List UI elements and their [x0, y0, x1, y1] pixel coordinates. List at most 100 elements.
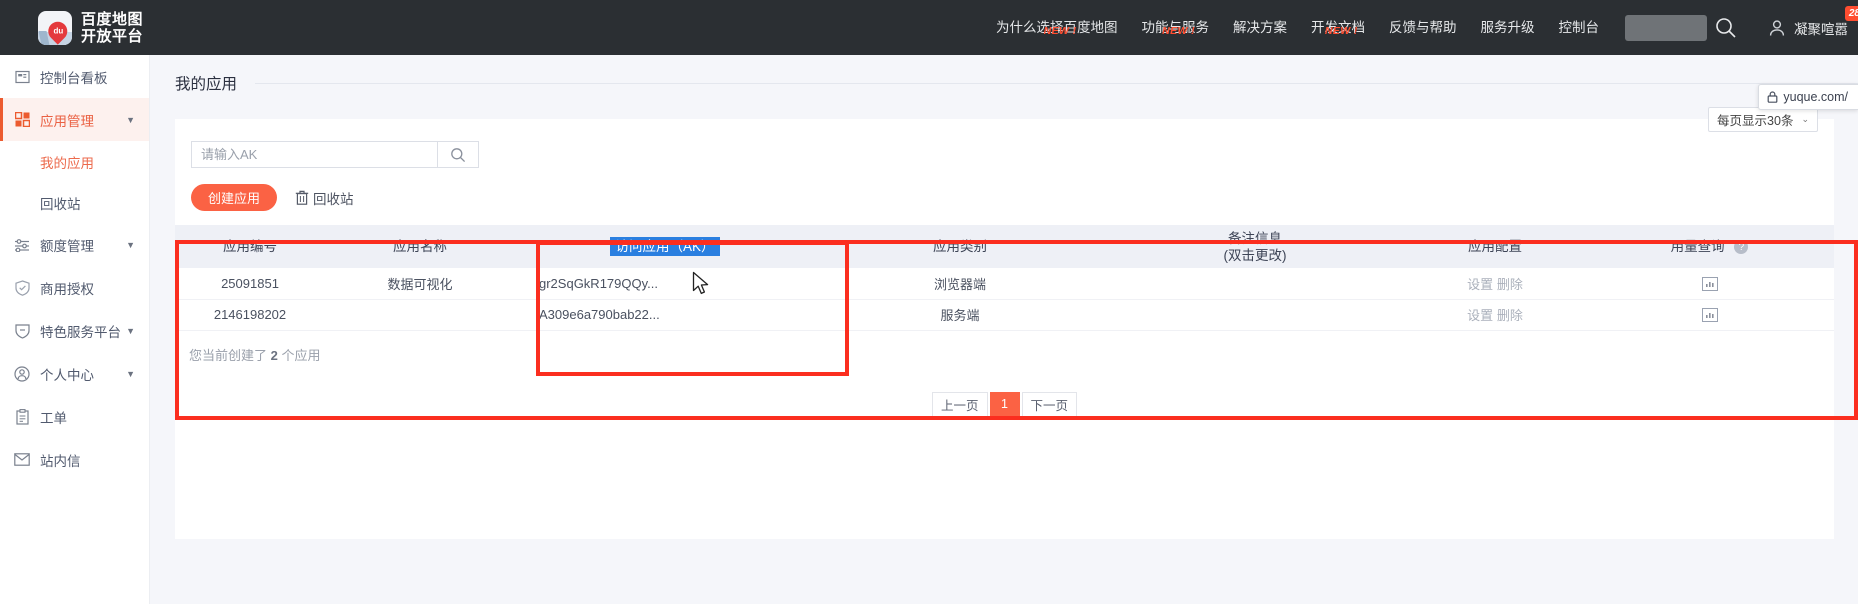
brand-line-2: 开放平台 [81, 27, 144, 45]
column-app-name[interactable]: 应用名称 [325, 225, 515, 268]
chart-icon[interactable] [1701, 276, 1718, 291]
column-access-ak[interactable]: 访问应用（AK） [515, 225, 815, 268]
column-label: 备注信息 [1228, 230, 1282, 246]
sidebar: 控制台看板 应用管理 ▼ 我的应用 回收站 额度管理 ▼ 商用授权 特色服务平台… [0, 55, 150, 604]
next-page-button[interactable]: 下一页 [1021, 391, 1078, 417]
clipboard-icon [14, 408, 30, 425]
action-button-row: 创建应用 回收站 每页显示30条 ⌄ [175, 107, 1834, 211]
sidebar-item-app-management[interactable]: 应用管理 ▼ [0, 98, 149, 141]
column-app-config[interactable]: 应用配置 [1405, 225, 1585, 268]
filter-row [175, 141, 1834, 168]
main-content: 我的应用 创建应用 [150, 55, 1858, 604]
column-label: 应用编号 [223, 239, 277, 254]
column-label: 访问应用（AK） [610, 237, 720, 256]
table-header-row: 应用编号 应用名称 访问应用（AK） 应用类别 备注信息 (双击更改) 应用配置… [175, 225, 1834, 268]
global-search-input[interactable] [1625, 14, 1736, 41]
sidebar-item-label: 特色服务平台 [40, 324, 121, 340]
column-app-type[interactable]: 应用类别 [815, 225, 1105, 268]
table-row[interactable]: 2146198202 A309e6a790bab22... 服务端 设置 删除 [175, 299, 1834, 331]
column-sublabel: (双击更改) [1223, 247, 1287, 263]
trash-icon [295, 190, 309, 205]
nav-link-service-upgrade[interactable]: 服务升级 [1469, 0, 1547, 55]
cell-remark[interactable] [1105, 268, 1405, 300]
nav-link-features-services[interactable]: NEW ! 功能与服务 [1130, 0, 1222, 55]
question-icon[interactable]: ? [1734, 240, 1749, 255]
sidebar-item-quota-management[interactable]: 额度管理 ▼ [0, 223, 149, 266]
sidebar-item-featured-service-platform[interactable]: 特色服务平台 ▼ [0, 309, 149, 352]
chevron-down-icon[interactable]: ▼ [126, 369, 135, 379]
sidebar-item-label: 商用授权 [40, 281, 94, 297]
notification-badge[interactable]: 28 [1844, 5, 1858, 21]
new-badge: NEW ! [1162, 25, 1196, 37]
search-icon[interactable] [1713, 15, 1739, 41]
settings-link[interactable]: 设置 [1467, 308, 1493, 323]
user-circle-icon [14, 365, 30, 382]
user-menu[interactable]: 凝聚喧嚣 28 [1767, 5, 1858, 38]
user-name: 凝聚喧嚣 [1794, 21, 1848, 37]
search-icon[interactable] [437, 142, 478, 167]
chevron-down-icon[interactable]: ▼ [126, 326, 135, 336]
sidebar-item-label: 站内信 [40, 453, 81, 469]
sidebar-item-personal-center[interactable]: 个人中心 ▼ [0, 352, 149, 395]
brand-line-1: 百度地图 [81, 10, 144, 28]
chevron-down-icon[interactable]: ▼ [126, 115, 135, 125]
cell-usage-query [1585, 268, 1834, 300]
app-count-text: 您当前创建了 2 个应用 [175, 331, 1834, 364]
cell-remark[interactable] [1105, 299, 1405, 331]
ak-search-group [191, 141, 479, 168]
logo-pin-text: du [52, 25, 63, 35]
url-status-chip: yuque.com/ [1758, 84, 1858, 110]
page-size-select[interactable]: 每页显示30条 ⌄ [1708, 107, 1818, 132]
lock-icon [1767, 91, 1778, 103]
new-badge: NEW ! [1324, 25, 1358, 37]
sidebar-item-site-messages[interactable]: 站内信 [0, 438, 149, 481]
column-app-id[interactable]: 应用编号 [175, 225, 325, 268]
sidebar-item-commercial-authorization[interactable]: 商用授权 [0, 266, 149, 309]
page-number-1[interactable]: 1 [989, 391, 1020, 417]
page-size-label: 每页显示30条 [1717, 114, 1794, 128]
cell-app-config: 设置 删除 [1405, 299, 1585, 331]
cell-app-config: 设置 删除 [1405, 268, 1585, 300]
cell-ak[interactable]: A309e6a790bab22... [515, 299, 815, 331]
prev-page-button[interactable]: 上一页 [931, 391, 988, 417]
nav-link-why-baidu-map[interactable]: NEW ! 为什么选择百度地图 [984, 0, 1130, 55]
cell-app-name [325, 299, 515, 331]
nav-link-console[interactable]: 控制台 [1547, 0, 1612, 55]
chevron-down-icon[interactable]: ▼ [126, 240, 135, 250]
sidebar-subitem-recycle-bin[interactable]: 回收站 [0, 182, 149, 223]
sidebar-item-work-order[interactable]: 工单 [0, 395, 149, 438]
chevron-down-icon: ⌄ [1801, 114, 1809, 124]
sidebar-subitem-label: 回收站 [40, 196, 81, 212]
chart-icon[interactable] [1701, 308, 1718, 322]
table-row[interactable]: 25091851 数据可视化 gr2SqGkR179QQy... 浏览器端 设置… [175, 268, 1834, 300]
settings-link[interactable]: 设置 [1467, 277, 1493, 292]
sidebar-item-console-dashboard[interactable]: 控制台看板 [0, 55, 149, 98]
header-divider [255, 82, 1858, 84]
page-title: 我的应用 [175, 76, 238, 93]
cell-ak[interactable]: gr2SqGkR179QQy... [515, 268, 815, 300]
nav-links: NEW ! 为什么选择百度地图 NEW ! 功能与服务 解决方案 NEW ! 开… [984, 0, 1858, 55]
sidebar-item-label: 控制台看板 [40, 70, 108, 86]
delete-link[interactable]: 删除 [1497, 277, 1523, 292]
recycle-bin-button[interactable]: 回收站 [295, 188, 354, 208]
brand-logo[interactable]: du 百度地图 开放平台 [38, 10, 144, 45]
column-remark[interactable]: 备注信息 (双击更改) [1105, 225, 1405, 268]
nav-link-dev-docs[interactable]: NEW ! 开发文档 [1299, 0, 1377, 55]
nav-link-label: 解决方案 [1233, 20, 1287, 35]
pagination: 上一页 1 下一页 [175, 391, 1834, 417]
new-badge: NEW ! [1043, 25, 1077, 37]
nav-link-label: 服务升级 [1480, 20, 1535, 35]
nav-link-solutions[interactable]: 解决方案 [1221, 0, 1299, 55]
cell-usage-query [1585, 299, 1834, 331]
column-usage-query[interactable]: 用量查询 ? [1585, 225, 1834, 268]
create-app-button[interactable]: 创建应用 [191, 184, 278, 211]
sidebar-subitem-my-apps[interactable]: 我的应用 [0, 141, 149, 182]
sidebar-item-label: 个人中心 [40, 367, 94, 383]
top-navigation-bar: du 百度地图 开放平台 NEW ! 为什么选择百度地图 NEW ! 功能与服务… [0, 0, 1858, 55]
nav-link-feedback-help[interactable]: 反馈与帮助 [1377, 0, 1469, 55]
search-input[interactable] [192, 142, 437, 167]
cell-app-id: 2146198202 [175, 299, 325, 331]
mail-icon [14, 452, 30, 468]
delete-link[interactable]: 删除 [1497, 308, 1523, 323]
sidebar-item-label: 额度管理 [40, 238, 94, 254]
